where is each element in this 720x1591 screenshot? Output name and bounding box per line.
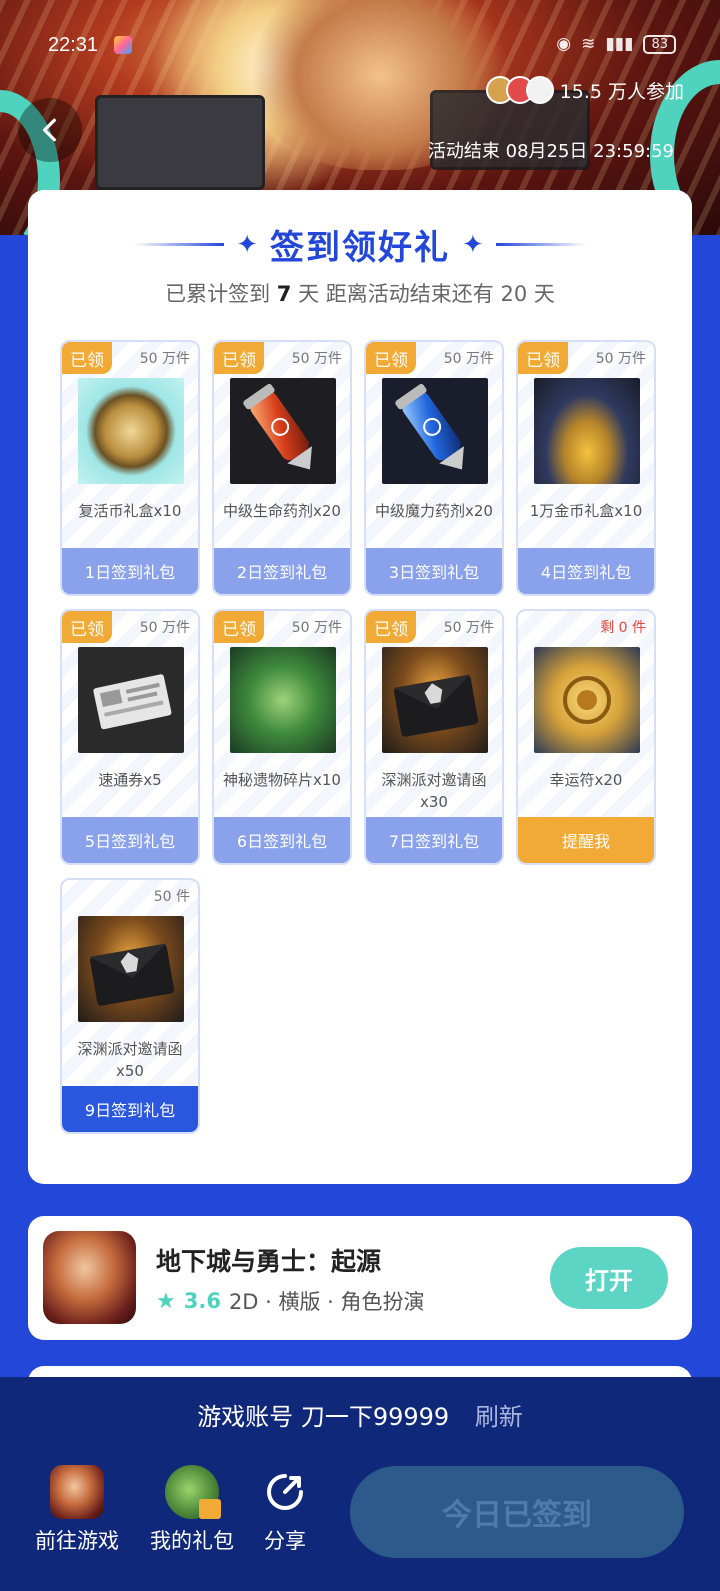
gift-quantity: 50 万件 (139, 620, 190, 636)
claimed-tag: 已领 (214, 611, 264, 643)
gift-card-day6[interactable]: 已领 50 万件 神秘遗物碎片x10 6日签到礼包 (212, 609, 352, 865)
nav-share[interactable]: 分享 (230, 1465, 340, 1555)
gift-name: 神秘遗物碎片x10 (223, 771, 341, 789)
gift-footer[interactable]: 4日签到礼包 (518, 548, 654, 594)
game-tags: 2D · 横版 · 角色扮演 (228, 1290, 425, 1314)
gift-footer[interactable]: 6日签到礼包 (214, 817, 350, 863)
gift-name: 深渊派对邀请函x50 (77, 1040, 183, 1080)
checkin-title-row: ✦ 签到领好礼 ✦ (28, 220, 692, 269)
back-button[interactable] (18, 98, 82, 162)
gift-quantity: 50 万件 (595, 351, 646, 367)
claimed-tag: 已领 (366, 342, 416, 374)
gift-quantity: 50 万件 (443, 620, 494, 636)
gift-footer[interactable]: 3日签到礼包 (366, 548, 502, 594)
share-icon (258, 1465, 312, 1519)
abyss-envelope-icon (78, 916, 184, 1022)
wifi-icon: ≋ (581, 34, 596, 54)
gift-quantity: 50 万件 (443, 351, 494, 367)
gift-icon (165, 1465, 221, 1519)
gift-card-day3[interactable]: 已领 50 万件 中级魔力药剂x20 3日签到礼包 (364, 340, 504, 596)
open-game-button[interactable]: 打开 (550, 1247, 668, 1309)
days-left: 20 (500, 282, 528, 306)
game-name: 地下城与勇士：起源 (156, 1247, 382, 1276)
signal-icon: ▮▮▮ (605, 34, 634, 54)
gift-remaining: 剩 0 件 (600, 620, 646, 636)
game-card[interactable]: 地下城与勇士：起源 ★ 3.6 2D · 横版 · 角色扮演 打开 (28, 1216, 692, 1340)
relic-fragment-icon (230, 647, 336, 753)
ticket-icon (78, 647, 184, 753)
gift-name: 幸运符x20 (549, 771, 623, 789)
treasure-chest-icon (534, 378, 640, 484)
nav-label: 分享 (264, 1529, 306, 1553)
participant-avatars (485, 76, 554, 104)
title-decor-line (495, 243, 586, 246)
gift-footer[interactable]: 5日签到礼包 (62, 817, 198, 863)
claimed-tag: 已领 (366, 611, 416, 643)
gift-card-day9[interactable]: 50 件 深渊派对邀请函x50 9日签到礼包 (60, 878, 200, 1134)
battery-icon: 83 (643, 34, 676, 54)
checked-in-button[interactable]: 今日已签到 (350, 1466, 684, 1558)
gift-footer[interactable]: 7日签到礼包 (366, 817, 502, 863)
nav-label: 前往游戏 (35, 1529, 119, 1553)
days-signed: 7 (276, 282, 292, 306)
checkin-card: ✦ 签到领好礼 ✦ 已累计签到 7 天 距离活动结束还有 20 天 已领 50 … (28, 190, 692, 1184)
game-icon (50, 1465, 104, 1519)
gift-name: 速通券x5 (98, 771, 162, 789)
nav-go-to-game[interactable]: 前往游戏 (22, 1465, 132, 1555)
checkin-title: 签到领好礼 (270, 228, 450, 268)
avatar (525, 76, 554, 104)
gift-footer[interactable]: 9日签到礼包 (62, 1086, 198, 1132)
gift-card-day7[interactable]: 已领 50 万件 深渊派对邀请函x30 7日签到礼包 (364, 609, 504, 865)
gift-card-day8[interactable]: 剩 0 件 幸运符x20 提醒我 (516, 609, 656, 865)
gift-card-day4[interactable]: 已领 50 万件 1万金币礼盒x10 4日签到礼包 (516, 340, 656, 596)
chevron-left-icon (42, 118, 56, 142)
gift-card-day2[interactable]: 已领 50 万件 中级生命药剂x20 2日签到礼包 (212, 340, 352, 596)
gift-quantity: 50 万件 (291, 351, 342, 367)
gift-quantity: 50 件 (153, 889, 190, 905)
account-row: 游戏账号 刀一下99999 刷新 (0, 1397, 720, 1432)
game-rating: 3.6 (183, 1289, 221, 1313)
claimed-tag: 已领 (214, 342, 264, 374)
status-icons: ◉ ≋ ▮▮▮ 83 (556, 34, 676, 54)
lucky-charm-icon (534, 647, 640, 753)
gift-name: 中级魔力药剂x20 (375, 502, 493, 520)
gift-name: 中级生命药剂x20 (223, 502, 341, 520)
game-icon (43, 1231, 136, 1324)
gift-footer[interactable]: 1日签到礼包 (62, 548, 198, 594)
participant-count: 15.5 万人参加 (559, 80, 684, 103)
blue-potion-icon (382, 378, 488, 484)
activity-end-time: 活动结束 08月25日 23:59:59 (427, 141, 674, 162)
checkin-progress: 已累计签到 7 天 距离活动结束还有 20 天 (165, 282, 555, 306)
account-label: 游戏账号 刀一下99999 (197, 1403, 450, 1431)
gift-card-day1[interactable]: 已领 50 万件 复活币礼盒x10 1日签到礼包 (60, 340, 200, 596)
gift-name: 深渊派对邀请函x30 (381, 771, 487, 811)
notification-app-icon (114, 36, 132, 54)
refresh-button[interactable]: 刷新 (475, 1403, 523, 1431)
status-time: 22:31 (48, 34, 99, 56)
sparkle-icon: ✦ (462, 229, 484, 260)
title-decor-line (134, 243, 225, 246)
gift-quantity: 50 万件 (291, 620, 342, 636)
participants-info: 15.5 万人参加 (485, 76, 684, 104)
remind-me-button[interactable]: 提醒我 (518, 817, 654, 863)
nav-label: 我的礼包 (150, 1529, 234, 1553)
gift-quantity: 50 万件 (139, 351, 190, 367)
gift-footer[interactable]: 2日签到礼包 (214, 548, 350, 594)
eye-icon: ◉ (556, 34, 572, 54)
game-meta: ★ 3.6 2D · 横版 · 角色扮演 (156, 1286, 425, 1316)
gift-name: 复活币礼盒x10 (78, 502, 182, 520)
red-potion-icon (230, 378, 336, 484)
sparkle-icon: ✦ (236, 229, 258, 260)
gift-card-day5[interactable]: 已领 50 万件 速通券x5 5日签到礼包 (60, 609, 200, 865)
revive-coin-icon (78, 378, 184, 484)
claimed-tag: 已领 (62, 342, 112, 374)
claimed-tag: 已领 (518, 342, 568, 374)
star-icon: ★ (156, 1288, 176, 1314)
gift-name: 1万金币礼盒x10 (529, 502, 643, 520)
abyss-envelope-icon (382, 647, 488, 753)
claimed-tag: 已领 (62, 611, 112, 643)
